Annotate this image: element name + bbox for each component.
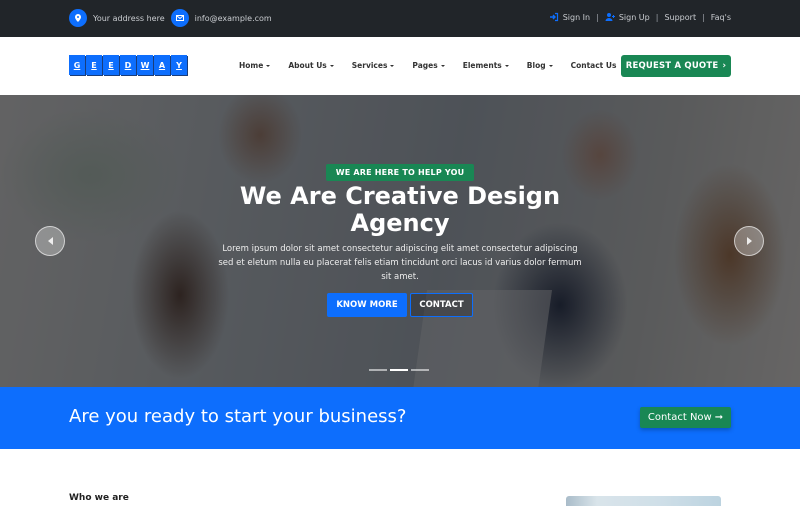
request-quote-label: REQUEST A QUOTE <box>625 61 719 71</box>
location-icon <box>69 9 87 27</box>
caret-down-icon <box>266 64 271 67</box>
carousel-prev-button[interactable] <box>35 226 65 256</box>
nav-label: Home <box>239 61 264 70</box>
hero-description: Lorem ipsum dolor sit amet consectetur a… <box>218 244 582 282</box>
logo-letter: A <box>154 55 170 75</box>
sign-up-link[interactable]: Sign Up <box>619 13 650 22</box>
caret-down-icon <box>329 64 334 67</box>
carousel-indicator[interactable] <box>369 369 387 371</box>
chevron-right-icon: › <box>722 61 727 71</box>
logo-letter: Y <box>171 55 187 75</box>
cta-text: Are you ready to start your business? <box>69 406 407 427</box>
section-heading: Who we are <box>69 493 129 503</box>
navbar: G E E D W A Y Home About Us Services Pag… <box>0 37 800 95</box>
carousel-next-button[interactable] <box>734 226 764 256</box>
nav-label: Pages <box>412 61 438 70</box>
nav-item-contact-us[interactable]: Contact Us <box>571 61 617 70</box>
faqs-link[interactable]: Faq's <box>711 13 731 22</box>
support-link[interactable]: Support <box>664 13 696 22</box>
logo-letter: E <box>103 55 119 75</box>
carousel-indicators <box>369 369 429 371</box>
user-plus-icon <box>605 12 615 22</box>
separator: | <box>596 12 599 22</box>
contact-now-label: Contact Now <box>647 412 712 423</box>
nav-item-elements[interactable]: Elements <box>463 61 509 70</box>
about-section: Who we are <box>0 449 800 506</box>
cta-banner: Are you ready to start your business? Co… <box>0 387 800 449</box>
nav-item-about-us[interactable]: About Us <box>288 61 334 70</box>
nav-item-home[interactable]: Home <box>239 61 271 70</box>
hero-title: We Are Creative Design Agency <box>239 182 561 237</box>
logo-letter: G <box>69 55 85 75</box>
hero-carousel: WE ARE HERE TO HELP YOU We Are Creative … <box>0 95 800 387</box>
contact-button[interactable]: CONTACT <box>410 293 473 317</box>
contact-info: Your address here info@example.com <box>69 9 278 27</box>
request-quote-button[interactable]: REQUEST A QUOTE › <box>621 55 731 77</box>
arrow-right-icon: ➞ <box>714 412 724 423</box>
nav-label: Contact Us <box>570 61 617 70</box>
nav-item-services[interactable]: Services <box>352 61 395 70</box>
caret-down-icon <box>504 64 509 67</box>
carousel-indicator[interactable] <box>411 369 429 371</box>
hero-tag: WE ARE HERE TO HELP YOU <box>326 164 474 181</box>
address-text: Your address here <box>93 13 165 23</box>
sign-in-link[interactable]: Sign In <box>563 13 590 22</box>
caret-down-icon <box>390 64 395 67</box>
carousel-indicator-active[interactable] <box>390 369 408 371</box>
nav-item-blog[interactable]: Blog <box>527 61 553 70</box>
caret-down-icon <box>440 64 445 67</box>
about-image <box>566 496 721 506</box>
separator: | <box>655 12 659 22</box>
logo-letter: D <box>120 55 136 75</box>
main-menu: Home About Us Services Pages Elements Bl… <box>239 61 634 70</box>
top-bar: Your address here info@example.com Sign … <box>0 0 800 37</box>
chevron-right-icon <box>746 237 752 245</box>
know-more-button[interactable]: KNOW MORE <box>327 293 407 317</box>
contact-now-button[interactable]: Contact Now ➞ <box>640 407 731 428</box>
nav-label: About Us <box>288 61 327 70</box>
separator: | <box>702 12 705 22</box>
sign-in-icon <box>549 12 559 22</box>
logo-letter: E <box>86 55 102 75</box>
envelope-icon <box>170 9 189 27</box>
chevron-left-icon <box>47 237 53 245</box>
nav-label: Services <box>351 61 388 70</box>
email-link[interactable]: info@example.com <box>195 14 272 23</box>
nav-label: Blog <box>526 61 546 70</box>
caret-down-icon <box>548 64 553 67</box>
account-links: Sign In | Sign Up | Support | Faq's <box>549 12 731 22</box>
logo-letter: W <box>137 55 153 75</box>
nav-label: Elements <box>462 61 502 70</box>
nav-item-pages[interactable]: Pages <box>412 61 445 70</box>
hero-overlay <box>0 95 800 387</box>
logo[interactable]: G E E D W A Y <box>69 55 187 75</box>
